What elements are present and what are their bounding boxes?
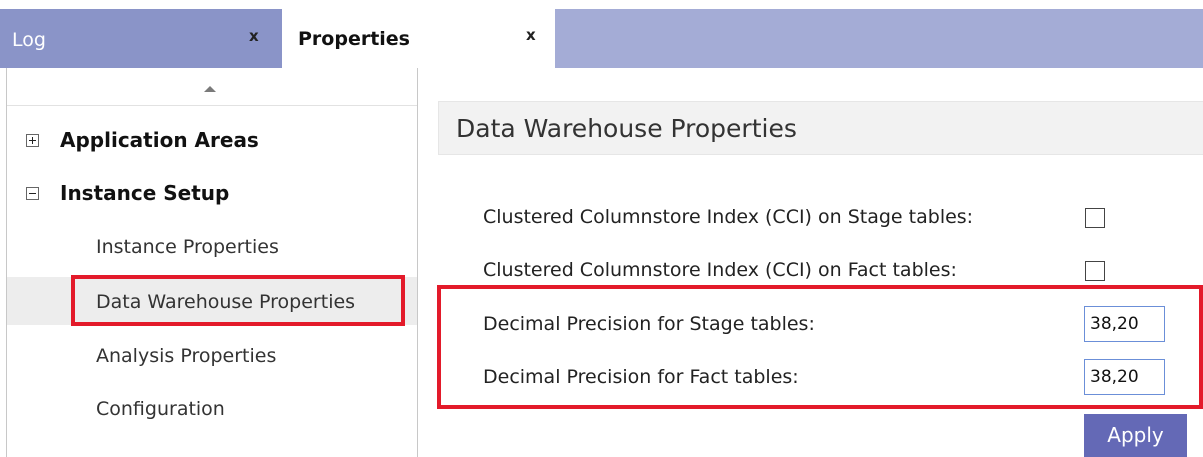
expand-plus-icon[interactable] (26, 134, 39, 147)
tree-group-instance-setup[interactable]: Instance Setup (7, 173, 417, 213)
scroll-up-button[interactable] (7, 68, 417, 106)
sidebar-item-label: Data Warehouse Properties (96, 291, 356, 313)
section-header: Data Warehouse Properties (438, 101, 1203, 155)
cci-stage-checkbox[interactable] (1085, 208, 1105, 228)
sidebar-item-analysis-properties[interactable]: Analysis Properties (7, 331, 417, 379)
tree-group-label: Application Areas (60, 128, 259, 152)
tab-log-label: Log (12, 29, 46, 51)
tab-properties-close-icon[interactable]: x (526, 26, 536, 44)
sidebar-item-label: Configuration (96, 398, 225, 420)
collapse-minus-icon[interactable] (26, 187, 39, 200)
property-label: Decimal Precision for Fact tables: (483, 366, 799, 388)
tab-log[interactable]: Log x (0, 9, 282, 68)
property-row-decimal-fact: Decimal Precision for Fact tables: 38,20 (420, 356, 1203, 396)
tab-properties-label: Properties (298, 28, 410, 50)
property-row-cci-fact: Clustered Columnstore Index (CCI) on Fac… (420, 249, 1203, 289)
property-label: Clustered Columnstore Index (CCI) on Fac… (483, 259, 957, 281)
sidebar-item-data-warehouse-properties[interactable]: Data Warehouse Properties (7, 277, 417, 325)
page-title: Data Warehouse Properties (456, 114, 797, 143)
property-row-cci-stage: Clustered Columnstore Index (CCI) on Sta… (420, 196, 1203, 236)
sidebar-item-label: Instance Properties (96, 236, 279, 258)
property-row-decimal-stage: Decimal Precision for Stage tables: 38,2… (420, 303, 1203, 343)
tree-group-application-areas[interactable]: Application Areas (7, 120, 417, 160)
cci-fact-checkbox[interactable] (1085, 261, 1105, 281)
sidebar-item-configuration[interactable]: Configuration (7, 384, 417, 432)
tab-properties[interactable]: Properties x (285, 9, 555, 68)
property-label: Clustered Columnstore Index (CCI) on Sta… (483, 206, 974, 228)
tab-bar: Log x Properties x (0, 0, 1203, 68)
tree-group-label: Instance Setup (60, 181, 230, 205)
property-label: Decimal Precision for Stage tables: (483, 313, 815, 335)
sidebar-item-instance-properties[interactable]: Instance Properties (7, 222, 417, 270)
decimal-precision-fact-input[interactable]: 38,20 (1084, 359, 1165, 395)
main-panel: Data Warehouse Properties Clustered Colu… (420, 68, 1203, 457)
chevron-up-icon (204, 86, 216, 92)
sidebar-tree: Application Areas Instance Setup Instanc… (6, 68, 418, 457)
tab-log-close-icon[interactable]: x (249, 27, 259, 45)
tab-bar-background (555, 9, 1203, 68)
decimal-precision-stage-input[interactable]: 38,20 (1084, 306, 1165, 342)
apply-button[interactable]: Apply (1084, 414, 1187, 457)
sidebar-item-label: Analysis Properties (96, 345, 277, 367)
